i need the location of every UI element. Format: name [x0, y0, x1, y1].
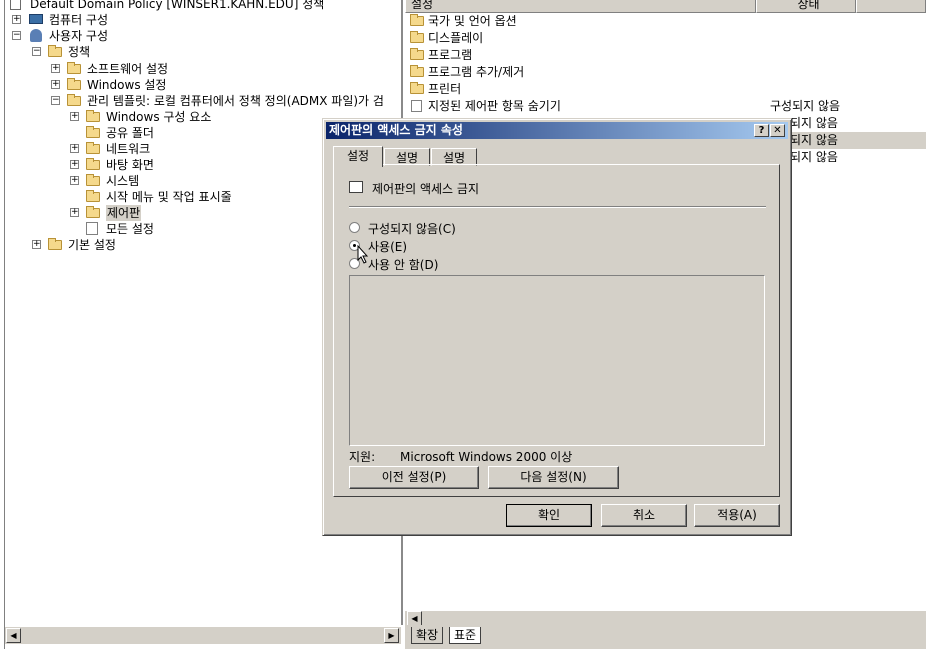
collapse-icon[interactable]: − [12, 31, 21, 40]
policy-document-icon [10, 0, 21, 10]
folder-icon [410, 14, 424, 26]
scroll-left-icon[interactable]: ◀ [407, 611, 422, 626]
supported-label: 지원: [349, 450, 376, 464]
folder-icon [86, 142, 100, 154]
setting-name: 제어판의 액세스 금지 [372, 182, 479, 196]
help-icon[interactable]: ? [754, 124, 769, 137]
options-area [349, 275, 765, 446]
list-item-status-selected: 되지 않음 [785, 132, 926, 149]
list-item-status: 되지 않음 [790, 116, 838, 130]
radio-disabled[interactable]: 사용 안 함(D) [349, 256, 549, 272]
expand-icon[interactable]: + [70, 208, 79, 217]
expand-icon[interactable]: + [32, 240, 41, 249]
column-header-setting[interactable]: 설정 [405, 0, 756, 13]
policy-setting-icon [349, 181, 363, 193]
scroll-right-icon[interactable]: ▶ [384, 628, 399, 643]
column-header-extra [856, 0, 926, 13]
folder-icon [410, 48, 424, 60]
settings-panel: 제어판의 액세스 금지 구성되지 않음(C) 사용(E) 사용 안 함(D) 지… [333, 164, 780, 497]
folder-icon [86, 126, 100, 138]
folder-icon [86, 158, 100, 170]
divider [349, 206, 766, 208]
expand-icon[interactable]: + [70, 144, 79, 153]
settings-list-icon [86, 222, 98, 235]
expand-icon[interactable]: + [70, 160, 79, 169]
folder-icon [410, 31, 424, 43]
folder-icon [48, 238, 62, 250]
folder-icon [86, 174, 100, 186]
properties-dialog[interactable]: 제어판의 액세스 금지 속성 ? ✕ 설정 설명 설명 제어판의 액세스 금지 … [322, 118, 792, 536]
computer-icon [29, 14, 43, 24]
ok-button[interactable]: 확인 [506, 504, 592, 527]
tab-extended[interactable]: 확장 [411, 627, 444, 644]
folder-icon [410, 65, 424, 77]
user-icon [30, 29, 42, 42]
list-item[interactable]: 지정된 제어판 항목 숨기기 구성되지 않음 [408, 98, 918, 115]
apply-button[interactable]: 적용(A) [694, 504, 780, 527]
expand-icon[interactable]: + [12, 15, 21, 24]
folder-icon [86, 190, 100, 202]
close-icon[interactable]: ✕ [770, 124, 785, 137]
mouse-cursor-icon [357, 245, 369, 264]
radio-button[interactable] [349, 222, 360, 233]
expand-icon[interactable]: + [51, 80, 60, 89]
collapse-icon[interactable]: − [51, 96, 60, 105]
expand-icon[interactable]: + [70, 176, 79, 185]
frame-edge [4, 0, 5, 649]
supported-value: Microsoft Windows 2000 이상 [400, 450, 573, 464]
cancel-button[interactable]: 취소 [601, 504, 687, 527]
radio-enabled[interactable]: 사용(E) [349, 238, 549, 254]
tab-standard[interactable]: 표준 [449, 627, 482, 644]
list-horizontal-scrollbar[interactable]: ◀ [405, 610, 926, 626]
folder-icon [86, 206, 100, 218]
folder-icon [410, 82, 424, 94]
dialog-titlebar[interactable]: 제어판의 액세스 금지 속성 ? ✕ [326, 122, 788, 139]
view-tabs: 확장 표준 [405, 625, 926, 649]
folder-icon [67, 94, 81, 106]
folder-icon [48, 45, 62, 57]
previous-setting-button[interactable]: 이전 설정(P) [349, 466, 479, 489]
dialog-title: 제어판의 액세스 금지 속성 [329, 123, 463, 137]
list-item-status: 되지 않음 [790, 150, 838, 164]
next-setting-button[interactable]: 다음 설정(N) [488, 466, 619, 489]
setting-icon [411, 100, 422, 112]
column-header-status[interactable]: 상태 [756, 0, 856, 13]
collapse-icon[interactable]: − [32, 47, 41, 56]
folder-icon [86, 110, 100, 122]
expand-icon[interactable]: + [70, 112, 79, 121]
tree-horizontal-scrollbar[interactable]: ◀ ▶ [4, 626, 401, 644]
folder-icon [67, 62, 81, 74]
scroll-left-icon[interactable]: ◀ [6, 628, 21, 643]
radio-not-configured[interactable]: 구성되지 않음(C) [349, 220, 549, 236]
tab-settings[interactable]: 설정 [333, 146, 383, 167]
folder-icon [67, 78, 81, 90]
expand-icon[interactable]: + [51, 64, 60, 73]
